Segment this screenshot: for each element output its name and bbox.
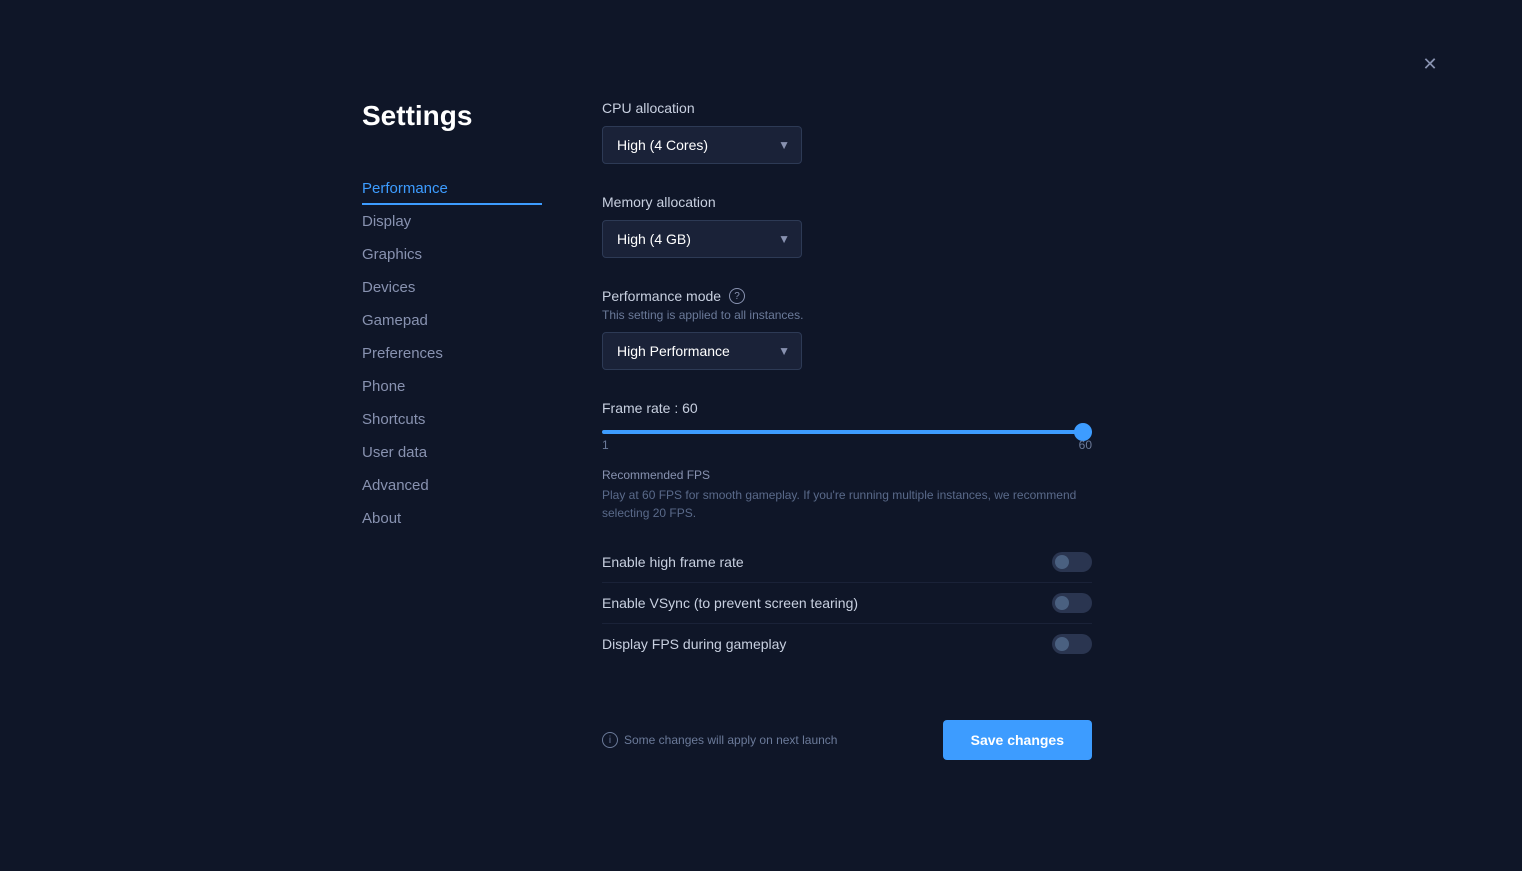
performance-mode-sub: This setting is applied to all instances… (602, 308, 1102, 322)
cpu-allocation-wrapper: Low (1 Core) Medium (2 Cores) High (4 Co… (602, 126, 802, 164)
toggle-row-vsync: Enable VSync (to prevent screen tearing) (602, 582, 1092, 623)
sidebar-item-user-data[interactable]: User data (362, 436, 542, 469)
toggle-knob-display-fps (1055, 637, 1069, 651)
recommended-fps-title: Recommended FPS (602, 468, 1102, 482)
slider-min-label: 1 (602, 438, 609, 452)
sidebar-item-advanced[interactable]: Advanced (362, 469, 542, 502)
toggle-high-frame-rate[interactable] (1052, 552, 1092, 572)
close-button[interactable]: ✕ (1418, 52, 1442, 76)
performance-mode-wrapper: Balanced High Performance Power Saving ▼ (602, 332, 802, 370)
toggle-row-high-frame-rate: Enable high frame rate (602, 542, 1092, 582)
performance-mode-select[interactable]: Balanced High Performance Power Saving (602, 332, 802, 370)
toggle-row-display-fps: Display FPS during gameplay (602, 623, 1092, 664)
toggle-knob-high-frame-rate (1055, 555, 1069, 569)
sidebar-item-display[interactable]: Display (362, 205, 542, 238)
memory-allocation-label: Memory allocation (602, 194, 1102, 210)
toggle-label-high-frame-rate: Enable high frame rate (602, 554, 744, 570)
toggle-label-vsync: Enable VSync (to prevent screen tearing) (602, 595, 858, 611)
memory-allocation-select[interactable]: Low (1 GB) Medium (2 GB) High (4 GB) Ult… (602, 220, 802, 258)
sidebar-item-shortcuts[interactable]: Shortcuts (362, 403, 542, 436)
sidebar-item-gamepad[interactable]: Gamepad (362, 304, 542, 337)
memory-allocation-wrapper: Low (1 GB) Medium (2 GB) High (4 GB) Ult… (602, 220, 802, 258)
recommended-fps-text: Play at 60 FPS for smooth gameplay. If y… (602, 486, 1092, 522)
cpu-allocation-section: CPU allocation Low (1 Core) Medium (2 Co… (602, 100, 1102, 164)
toggle-vsync[interactable] (1052, 593, 1092, 613)
frame-rate-section: Frame rate : 60 1 60 (602, 400, 1102, 452)
sidebar-item-devices[interactable]: Devices (362, 271, 542, 304)
memory-allocation-section: Memory allocation Low (1 GB) Medium (2 G… (602, 194, 1102, 258)
footer: i Some changes will apply on next launch… (602, 704, 1092, 760)
performance-mode-help-icon[interactable]: ? (729, 288, 745, 304)
footer-note-text: Some changes will apply on next launch (624, 733, 837, 747)
sidebar-item-phone[interactable]: Phone (362, 370, 542, 403)
info-icon: i (602, 732, 618, 748)
save-changes-button[interactable]: Save changes (943, 720, 1092, 760)
main-content: CPU allocation Low (1 Core) Medium (2 Co… (542, 100, 1102, 760)
slider-max-label: 60 (1079, 438, 1092, 452)
sidebar-item-performance[interactable]: Performance (362, 172, 542, 205)
page-title: Settings (362, 100, 542, 132)
sidebar-item-graphics[interactable]: Graphics (362, 238, 542, 271)
performance-mode-header: Performance mode ? (602, 288, 1102, 304)
performance-mode-section: Performance mode ? This setting is appli… (602, 288, 1102, 370)
toggle-label-display-fps: Display FPS during gameplay (602, 636, 786, 652)
sidebar-item-preferences[interactable]: Preferences (362, 337, 542, 370)
settings-sidebar: Performance Display Graphics Devices Gam… (362, 172, 542, 535)
cpu-allocation-label: CPU allocation (602, 100, 1102, 116)
toggle-display-fps[interactable] (1052, 634, 1092, 654)
frame-rate-label: Frame rate : 60 (602, 400, 1102, 416)
sidebar-item-about[interactable]: About (362, 502, 542, 535)
cpu-allocation-select[interactable]: Low (1 Core) Medium (2 Cores) High (4 Co… (602, 126, 802, 164)
frame-rate-slider[interactable] (602, 430, 1092, 434)
footer-note: i Some changes will apply on next launch (602, 732, 837, 748)
recommended-fps-section: Recommended FPS Play at 60 FPS for smoot… (602, 468, 1102, 522)
performance-mode-label: Performance mode (602, 288, 721, 304)
toggle-knob-vsync (1055, 596, 1069, 610)
toggles-section: Enable high frame rate Enable VSync (to … (602, 542, 1102, 664)
